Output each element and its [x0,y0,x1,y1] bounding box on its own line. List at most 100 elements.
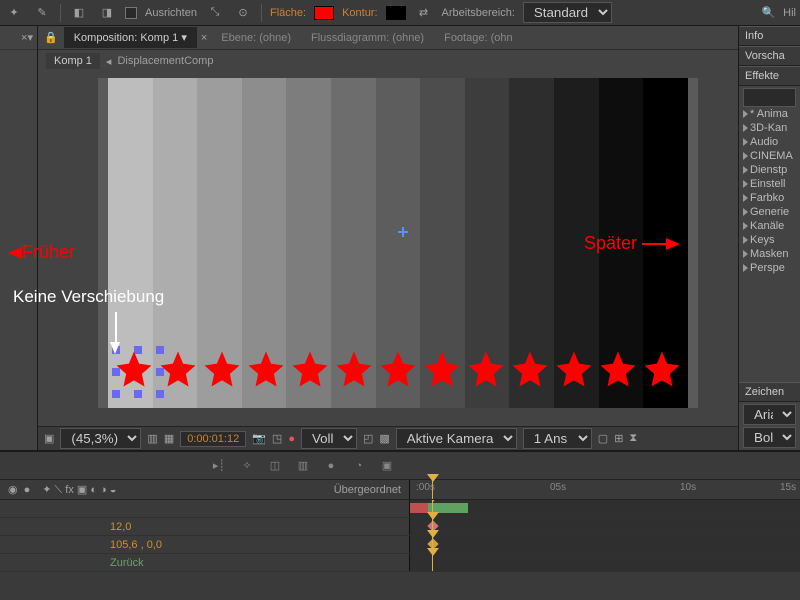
tab-flowchart[interactable]: Flussdiagramm: (ohne) [301,28,434,48]
star-row [108,348,688,390]
table-row[interactable]: Zurück [0,554,800,572]
snap2-icon[interactable]: ◨ [97,3,117,23]
timecode[interactable]: 0:00:01:12 [180,431,246,447]
help-label: Hil [783,7,796,19]
composition-canvas[interactable]: Später [98,78,698,408]
timeline-ruler[interactable]: :00s 05s 10s 15s [410,480,800,499]
zoom-select[interactable]: (45,3%) [60,428,141,449]
view-icon[interactable]: ▢ [598,432,608,445]
views-select[interactable]: 1 Ans [523,428,592,449]
pen-tool-icon[interactable]: ✎ [32,3,52,23]
chevron-right-icon [743,180,748,188]
left-dock: ×▾ [0,26,38,450]
align-checkbox[interactable] [125,7,137,19]
roi-icon[interactable]: ◰ [363,432,373,445]
parent-column: Übergeordnet [334,484,401,496]
chevron-right-icon [743,138,748,146]
channels-icon[interactable]: ● [288,433,295,445]
effects-folder[interactable]: Audio [743,135,796,149]
lock-col-icon[interactable]: ● [24,484,31,496]
star-icon[interactable] [113,348,155,390]
region-icon[interactable]: ◳ [272,432,282,445]
chevron-right-icon [743,152,748,160]
effects-folder[interactable]: * Anima [743,107,796,121]
eye-icon[interactable]: ◉ [8,483,18,496]
star-icon [245,348,287,390]
chevron-right-icon [743,208,748,216]
chevron-right-icon [743,110,748,118]
star-icon [509,348,551,390]
fill-swatch[interactable] [314,6,334,20]
star-outline-icon[interactable]: ✧ [238,457,256,475]
table-row[interactable]: 12,0 [0,518,800,536]
table-row[interactable] [0,500,800,518]
panel-preview[interactable]: Vorscha [739,46,800,66]
arrow-down-icon [110,342,120,354]
annotation-noshift: Keine Verschiebung [13,287,164,307]
target-icon[interactable]: ⊙ [233,3,253,23]
star-icon [421,348,463,390]
arrow-right-icon [666,238,680,250]
target-mini-icon[interactable]: ▣ [44,432,54,445]
effects-folder[interactable]: Masken [743,247,796,261]
workspace-select[interactable]: Standard [523,2,612,23]
effects-folder[interactable]: Dienstp [743,163,796,177]
star-icon [377,348,419,390]
effects-folder[interactable]: Keys [743,233,796,247]
effects-folder[interactable]: Generie [743,205,796,219]
panel-info[interactable]: Info [739,26,800,46]
effects-folder[interactable]: 3D-Kan [743,121,796,135]
frameblend-icon[interactable]: ◫ [266,457,284,475]
timeline-icon[interactable]: ⧗ [629,432,637,445]
pixel-icon[interactable]: ⊞ [614,432,623,445]
crumb-comp[interactable]: Komp 1 [46,53,100,69]
graph-icon[interactable]: ◔ [350,457,368,475]
help-search-icon[interactable]: 🔍 [761,6,775,19]
snap-icon[interactable]: ◧ [69,3,89,23]
star-icon [289,348,331,390]
expand-icon[interactable]: ⤡ [205,3,225,23]
effects-folder[interactable]: Perspe [743,261,796,275]
3d-icon[interactable]: ▣ [378,457,396,475]
panel-effects[interactable]: Effekte [739,66,800,86]
timeline-panel: ▸┊ ✧ ◫ ▥ ● ◔ ▣ ◉ ● ✦ ⟍ fx ▣ ◐ ◑ ◒ Überge… [0,450,800,600]
font-weight-select[interactable]: Bold [743,427,796,448]
effects-folder[interactable]: Einstell [743,177,796,191]
camera-select[interactable]: Aktive Kamera [396,428,517,449]
close-tab-icon[interactable]: × [197,32,211,44]
table-row[interactable]: 105,6 , 0,0 [0,536,800,554]
effects-folder[interactable]: Farbko [743,191,796,205]
link-icon[interactable]: ⇄ [414,3,434,23]
lock-icon[interactable]: 🔒 [38,31,64,44]
resolution-select[interactable]: Voll [301,428,357,449]
effects-folder[interactable]: CINEMA [743,149,796,163]
effects-folder[interactable]: Kanäle [743,219,796,233]
panel-menu-icon[interactable]: ▾ [27,31,33,44]
crumb-displacement[interactable]: DisplacementComp [117,55,213,67]
blur-icon[interactable]: ● [322,457,340,475]
motionblur-icon[interactable]: ▥ [294,457,312,475]
panel-character[interactable]: Zeichen [739,382,800,402]
stroke-swatch[interactable] [386,6,406,20]
font-select[interactable]: Arial [743,404,796,425]
grid-icon[interactable]: ▦ [164,432,174,445]
property-value[interactable]: Zurück [0,554,410,571]
chevron-right-icon [743,264,748,272]
tab-footage[interactable]: Footage: (ohn [434,28,523,48]
transparency-icon[interactable]: ▩ [379,432,389,445]
right-dock: Info Vorscha Effekte * Anima 3D-Kan Audi… [738,26,800,450]
top-toolbar: ✦ ✎ ◧ ◨ Ausrichten ⤡ ⊙ Fläche: Kontur: ⇄… [0,0,800,26]
stroke-label: Kontur: [342,7,377,19]
property-value[interactable]: 12,0 [0,518,410,535]
tab-composition[interactable]: Komposition: Komp 1 ▾ [64,27,197,48]
tab-layer[interactable]: Ebene: (ohne) [211,28,301,48]
selection-tool-icon[interactable]: ✦ [4,3,24,23]
timeline-column-header: ◉ ● ✦ ⟍ fx ▣ ◐ ◑ ◒ Übergeordnet [0,480,410,499]
timeline-toolbar: ▸┊ ✧ ◫ ▥ ● ◔ ▣ [0,452,800,480]
star-icon [553,348,595,390]
snapshot-icon[interactable]: 📷 [252,432,266,445]
effects-search-input[interactable] [743,88,796,107]
layout-icon[interactable]: ▥ [147,432,157,445]
chevron-right-icon [743,236,748,244]
shy-icon[interactable]: ▸┊ [210,457,228,475]
